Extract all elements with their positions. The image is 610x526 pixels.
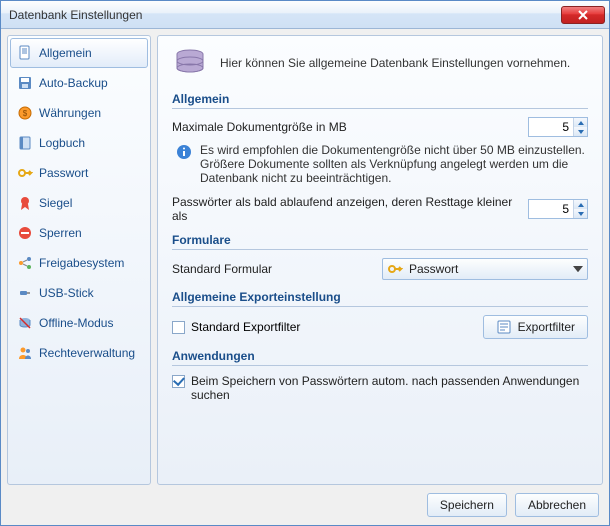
sidebar-item-label: Freigabesystem [39, 256, 124, 270]
sidebar-item-sharing[interactable]: Freigabesystem [10, 248, 148, 278]
apps-row: Beim Speichern von Passwörtern autom. na… [172, 374, 588, 402]
section-apps-title: Anwendungen [172, 349, 588, 366]
share-icon [17, 255, 33, 271]
filter-icon [496, 319, 512, 335]
sidebar-item-seal[interactable]: Siegel [10, 188, 148, 218]
sidebar-item-label: Siegel [39, 196, 72, 210]
sidebar-item-logbook[interactable]: Logbuch [10, 128, 148, 158]
prohibit-icon [17, 225, 33, 241]
export-filter-label: Exportfilter [518, 320, 575, 334]
sidebar-item-password[interactable]: Passwort [10, 158, 148, 188]
svg-text:$: $ [23, 109, 28, 118]
save-button[interactable]: Speichern [427, 493, 507, 517]
intro-text: Hier können Sie allgemeine Datenbank Ein… [220, 56, 570, 70]
form-label: Standard Formular [172, 262, 374, 276]
close-button[interactable] [561, 6, 605, 24]
apps-checkbox-label: Beim Speichern von Passwörtern autom. na… [191, 374, 588, 402]
passwords-row: Passwörter als bald ablaufend anzeigen, … [172, 195, 588, 223]
section-export-title: Allgemeine Exporteinstellung [172, 290, 588, 307]
form-combo-text: Passwort [409, 262, 567, 276]
passwords-input[interactable] [529, 200, 573, 218]
section-forms-title: Formulare [172, 233, 588, 250]
spinner-down[interactable] [574, 209, 587, 218]
form-combo[interactable]: Passwort [382, 258, 588, 280]
panel-row: Allgemein Auto-Backup $ Währungen Logbuc… [7, 35, 603, 485]
section-general-title: Allgemein [172, 92, 588, 109]
max-doc-input[interactable] [529, 118, 573, 136]
passwords-label: Passwörter als bald ablaufend anzeigen, … [172, 195, 520, 223]
intro-row: Hier können Sie allgemeine Datenbank Ein… [172, 44, 588, 82]
key-icon [387, 261, 403, 277]
max-doc-row: Maximale Dokumentgröße in MB [172, 117, 588, 137]
spinner-arrows [573, 118, 587, 136]
window-title: Datenbank Einstellungen [9, 8, 561, 22]
max-doc-spinner[interactable] [528, 117, 588, 137]
footer: Speichern Abbrechen [7, 485, 603, 519]
sidebar-item-lockout[interactable]: Sperren [10, 218, 148, 248]
disk-icon [17, 75, 33, 91]
spinner-up[interactable] [574, 118, 587, 127]
info-icon [176, 144, 192, 160]
save-label: Speichern [440, 498, 494, 512]
close-icon [578, 10, 588, 20]
database-icon [172, 48, 208, 78]
ribbon-icon [17, 195, 33, 211]
sidebar-item-label: Währungen [39, 106, 101, 120]
spinner-down[interactable] [574, 127, 587, 136]
book-icon [17, 135, 33, 151]
sidebar-item-offline[interactable]: Offline-Modus [10, 308, 148, 338]
apps-checkbox[interactable] [172, 375, 185, 388]
sidebar-item-currencies[interactable]: $ Währungen [10, 98, 148, 128]
sidebar-item-label: USB-Stick [39, 286, 94, 300]
body: Allgemein Auto-Backup $ Währungen Logbuc… [1, 29, 609, 525]
sidebar: Allgemein Auto-Backup $ Währungen Logbuc… [7, 35, 151, 485]
sidebar-item-label: Offline-Modus [39, 316, 113, 330]
cancel-button[interactable]: Abbrechen [515, 493, 599, 517]
cancel-label: Abbrechen [528, 498, 586, 512]
usb-icon [17, 285, 33, 301]
sidebar-item-label: Auto-Backup [39, 76, 108, 90]
offline-icon [17, 315, 33, 331]
info-row: Es wird empfohlen die Dokumentengröße ni… [172, 143, 588, 185]
sidebar-item-label: Rechteverwaltung [39, 346, 135, 360]
export-checkbox[interactable] [172, 321, 185, 334]
sidebar-item-allgemein[interactable]: Allgemein [10, 38, 148, 68]
currency-icon: $ [17, 105, 33, 121]
content-panel: Hier können Sie allgemeine Datenbank Ein… [157, 35, 603, 485]
titlebar: Datenbank Einstellungen [1, 1, 609, 29]
sidebar-item-label: Sperren [39, 226, 82, 240]
export-filter-button[interactable]: Exportfilter [483, 315, 588, 339]
sidebar-item-label: Logbuch [39, 136, 85, 150]
sidebar-item-label: Allgemein [39, 46, 92, 60]
sidebar-item-auto-backup[interactable]: Auto-Backup [10, 68, 148, 98]
settings-window: Datenbank Einstellungen Allgemein Auto-B… [0, 0, 610, 526]
passwords-spinner[interactable] [528, 199, 588, 219]
chevron-down-icon [573, 266, 583, 272]
page-icon [17, 45, 33, 61]
users-icon [17, 345, 33, 361]
sidebar-item-label: Passwort [39, 166, 88, 180]
form-row: Standard Formular Passwort [172, 258, 588, 280]
spinner-up[interactable] [574, 200, 587, 209]
export-checkbox-label: Standard Exportfilter [191, 320, 300, 334]
sidebar-item-usb[interactable]: USB-Stick [10, 278, 148, 308]
export-row: Standard Exportfilter Exportfilter [172, 315, 588, 339]
sidebar-item-rights[interactable]: Rechteverwaltung [10, 338, 148, 368]
max-doc-label: Maximale Dokumentgröße in MB [172, 120, 520, 134]
spinner-arrows [573, 200, 587, 218]
key-icon [17, 165, 33, 181]
info-text: Es wird empfohlen die Dokumentengröße ni… [200, 143, 588, 185]
